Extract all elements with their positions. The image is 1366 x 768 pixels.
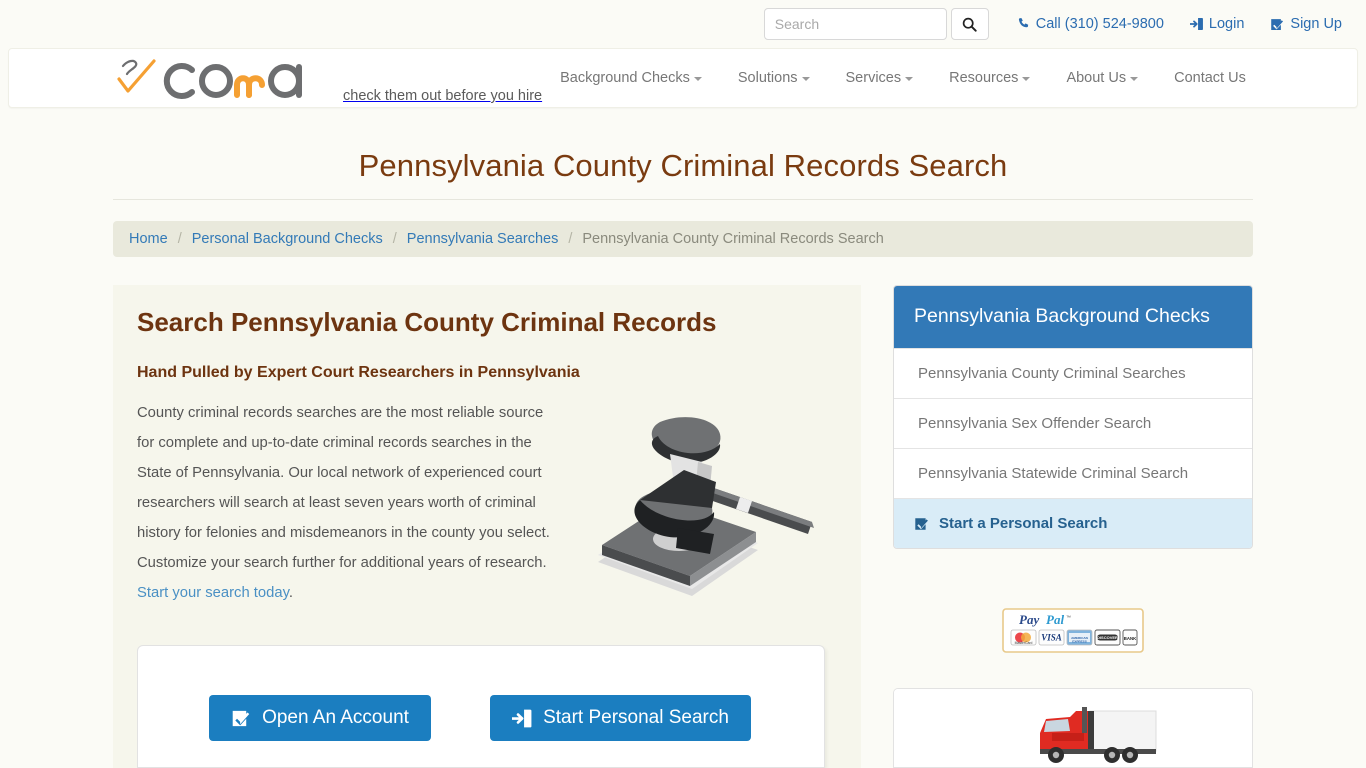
main-navbar: check them out before you hire Backgroun… — [8, 48, 1358, 108]
content-paragraph: County criminal records searches are the… — [137, 398, 552, 608]
breadcrumb-separator: / — [392, 231, 397, 247]
nav-item-background-checks[interactable]: Background Checks — [542, 70, 720, 86]
nav-label: Background Checks — [560, 70, 690, 86]
sidebar-item-label: Pennsylvania Sex Offender Search — [918, 415, 1152, 432]
sign-in-icon — [512, 709, 532, 727]
open-an-account-label: Open An Account — [262, 707, 409, 728]
svg-text:DISCOVER: DISCOVER — [1097, 635, 1118, 640]
paypal-badge[interactable]: Pay Pal ™ MasterCard VISA AMERICAN EXPRE… — [1002, 608, 1144, 653]
nav-item-solutions[interactable]: Solutions — [720, 70, 828, 86]
phone-icon — [1018, 17, 1028, 28]
brand-logo-link[interactable]: check them out before you hire — [9, 52, 542, 104]
content-subheading: Hand Pulled by Expert Court Researchers … — [137, 364, 580, 381]
content-heading: Search Pennsylvania County Criminal Reco… — [137, 307, 717, 337]
top-utility-bar: Call (310) 524-9800 Login Sign Up — [0, 0, 1366, 48]
check-square-icon — [232, 710, 250, 726]
nav-item-contact-us[interactable]: Contact Us — [1156, 70, 1264, 86]
search-button[interactable] — [950, 8, 989, 40]
nav-label: About Us — [1066, 70, 1127, 86]
breadcrumb: Home / Personal Background Checks / Penn… — [113, 221, 1253, 257]
sidebar-item-label: Pennsylvania County Criminal Searches — [918, 365, 1186, 382]
open-an-account-button[interactable]: Open An Account — [209, 695, 431, 741]
sidebar-item-sex-offender-search[interactable]: Pennsylvania Sex Offender Search — [894, 398, 1252, 448]
title-divider — [113, 199, 1253, 200]
login-label: Login — [1208, 16, 1245, 32]
breadcrumb-separator: / — [568, 231, 573, 247]
start-personal-search-button[interactable]: Start Personal Search — [490, 695, 751, 741]
page-title: Pennsylvania County Criminal Records Sea… — [358, 148, 1008, 183]
check-square-icon — [1271, 18, 1284, 30]
check-square-icon — [915, 517, 928, 530]
search-input[interactable] — [763, 8, 947, 40]
paypal-wordmark-pal: Pal — [1046, 612, 1064, 627]
chevron-down-icon — [905, 77, 914, 81]
svg-text:™: ™ — [1066, 615, 1071, 621]
sidebar-item-label: Start a Personal Search — [939, 515, 1108, 532]
breadcrumb-item-current: Pennsylvania County Criminal Records Sea… — [582, 231, 884, 247]
gavel-image — [598, 417, 814, 596]
breadcrumb-separator: / — [177, 231, 182, 247]
call-phone-link[interactable]: Call (310) 524-9800 — [1017, 16, 1164, 32]
breadcrumb-item-home[interactable]: Home — [129, 231, 168, 247]
login-icon — [1189, 18, 1203, 30]
svg-text:VISA: VISA — [1041, 633, 1062, 643]
chevron-down-icon — [1022, 77, 1031, 81]
svg-text:EXPRESS: EXPRESS — [1072, 639, 1087, 643]
search-icon — [962, 17, 977, 32]
promo-card[interactable] — [893, 688, 1253, 768]
nav-item-services[interactable]: Services — [828, 70, 932, 86]
brand-tagline: check them out before you hire — [343, 88, 543, 104]
start-personal-search-label: Start Personal Search — [543, 707, 729, 728]
chevron-down-icon — [1130, 77, 1139, 81]
paypal-wordmark-pay: Pay — [1019, 612, 1039, 627]
red-semi-truck-image — [894, 689, 1252, 767]
sidebar-item-county-criminal-searches[interactable]: Pennsylvania County Criminal Searches — [894, 348, 1252, 398]
call-phone-label: Call (310) 524-9800 — [1035, 16, 1164, 32]
signup-link[interactable]: Sign Up — [1270, 16, 1342, 32]
search-group — [763, 8, 989, 40]
chevron-down-icon — [693, 77, 702, 81]
svg-text:MasterCard: MasterCard — [1015, 641, 1033, 645]
nav-label: Resources — [949, 70, 1019, 86]
nav-label: Services — [845, 70, 902, 86]
nav-item-resources[interactable]: Resources — [931, 70, 1048, 86]
nav-label: Solutions — [737, 70, 798, 86]
nav-item-about-us[interactable]: About Us — [1048, 70, 1156, 86]
corra-logo-icon — [117, 59, 302, 99]
primary-nav: Background Checks Solutions Services Res… — [542, 70, 1366, 86]
nav-label: Contact Us — [1174, 70, 1246, 86]
breadcrumb-item-personal-background-checks[interactable]: Personal Background Checks — [192, 231, 383, 247]
chevron-down-icon — [801, 77, 810, 81]
sidebar-panel: Pennsylvania Background Checks Pennsylva… — [893, 285, 1253, 549]
breadcrumb-item-pennsylvania-searches[interactable]: Pennsylvania Searches — [407, 231, 559, 247]
content-paragraph-text: County criminal records searches are the… — [137, 405, 550, 571]
sidebar-item-start-a-personal-search[interactable]: Start a Personal Search — [894, 498, 1252, 548]
login-link[interactable]: Login — [1189, 16, 1245, 32]
sidebar-heading: Pennsylvania Background Checks — [894, 286, 1252, 348]
signup-label: Sign Up — [1290, 16, 1342, 32]
sidebar-item-statewide-criminal-search[interactable]: Pennsylvania Statewide Criminal Search — [894, 448, 1252, 498]
sidebar-item-label: Pennsylvania Statewide Criminal Search — [918, 465, 1189, 482]
start-your-search-link[interactable]: Start your search today — [137, 585, 289, 601]
content-paragraph-tail: . — [288, 585, 294, 601]
svg-text:BANK: BANK — [1124, 636, 1137, 641]
